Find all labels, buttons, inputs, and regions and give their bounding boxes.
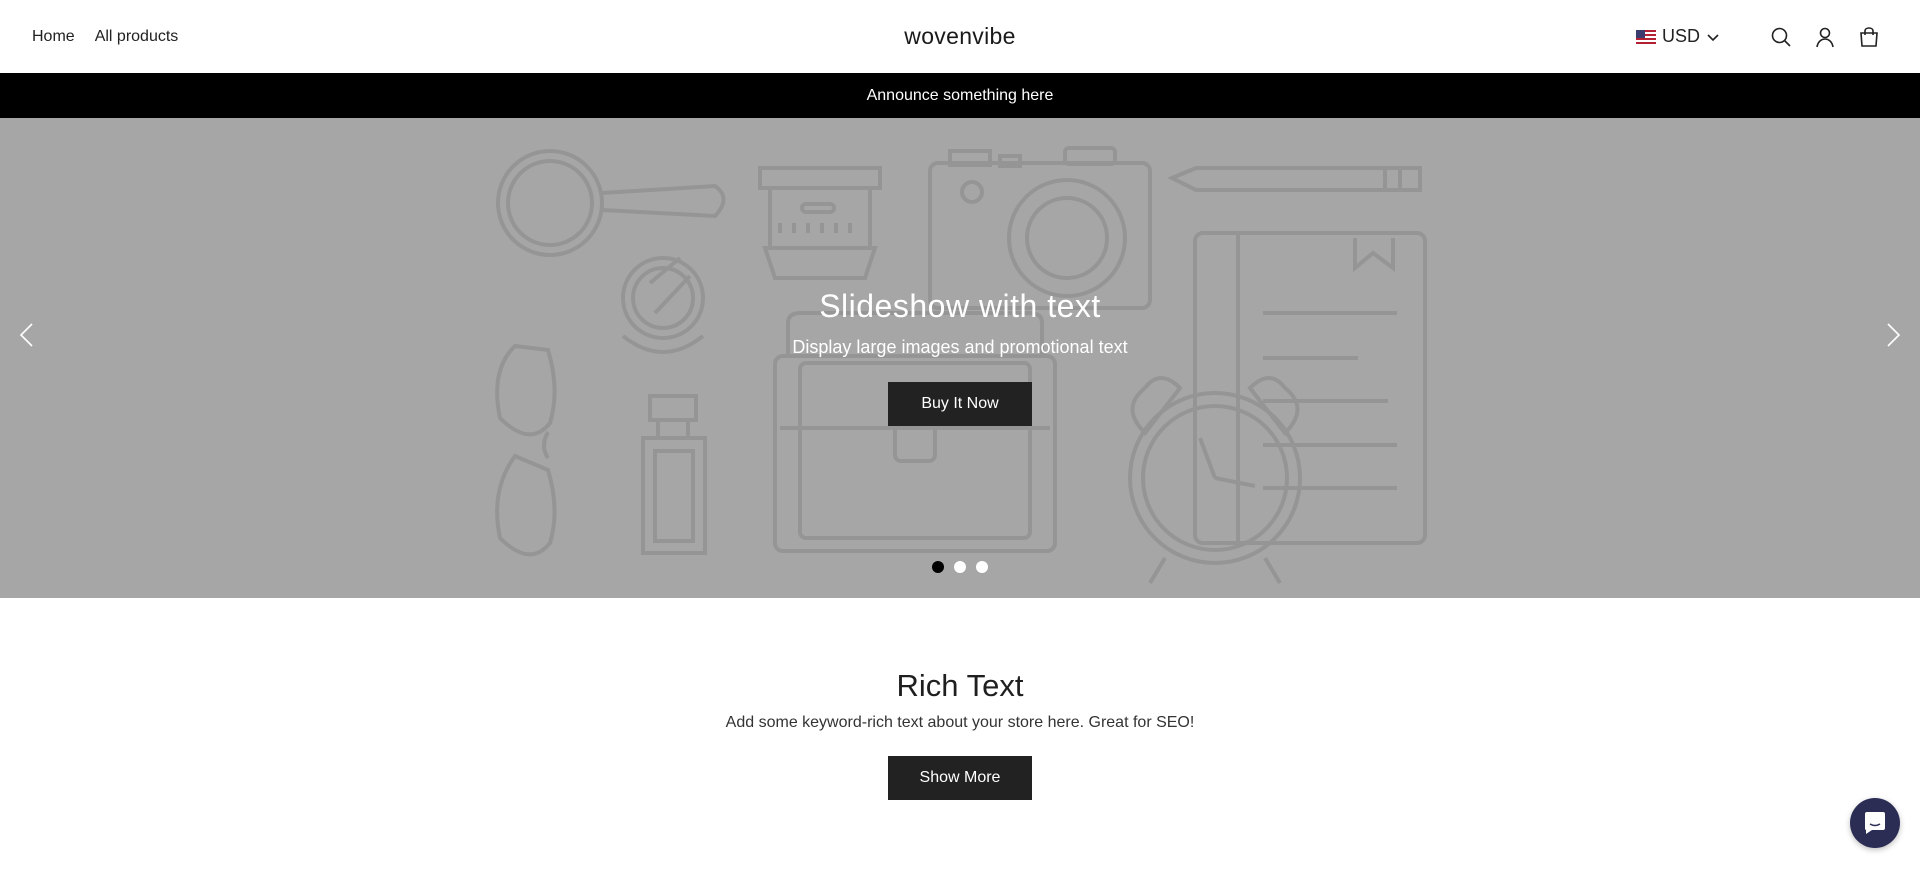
slide-content: Slideshow with text Display large images… bbox=[0, 288, 1920, 426]
rich-text-section: Rich Text Add some keyword-rich text abo… bbox=[0, 598, 1920, 800]
currency-selector[interactable]: USD bbox=[1635, 26, 1720, 47]
chat-widget-button[interactable] bbox=[1850, 798, 1900, 848]
slide-subtitle: Display large images and promotional tex… bbox=[792, 337, 1128, 357]
store-logo[interactable]: wovenvibe bbox=[904, 23, 1015, 49]
rich-text-body: Add some keyword-rich text about your st… bbox=[725, 714, 1195, 731]
currency-label: USD bbox=[1661, 26, 1700, 46]
account-icon[interactable] bbox=[1814, 26, 1836, 48]
chevron-down-icon bbox=[1707, 33, 1719, 41]
chat-icon bbox=[1865, 812, 1885, 834]
slideshow: Slideshow with text Display large images… bbox=[0, 118, 1920, 598]
header-actions: USD bbox=[1635, 0, 1880, 73]
search-icon[interactable] bbox=[1770, 26, 1792, 48]
cart-icon[interactable] bbox=[1858, 26, 1880, 48]
slide-dot-1[interactable] bbox=[932, 561, 944, 573]
slide-dot-2[interactable] bbox=[954, 561, 966, 573]
site-header: Home All products wovenvibe USD bbox=[0, 0, 1920, 73]
buy-it-now-button[interactable]: Buy It Now bbox=[888, 382, 1032, 426]
logo-container: wovenvibe bbox=[0, 0, 1920, 73]
main-nav: Home All products bbox=[32, 0, 178, 73]
announcement-bar: Announce something here bbox=[0, 73, 1920, 118]
rich-text-title: Rich Text bbox=[896, 668, 1024, 703]
us-flag-icon bbox=[1635, 29, 1656, 44]
nav-link-all-products[interactable]: All products bbox=[95, 28, 179, 46]
announcement-text: Announce something here bbox=[866, 86, 1054, 104]
slide-dot-3[interactable] bbox=[976, 561, 988, 573]
slideshow-dots bbox=[0, 561, 1920, 573]
slide-title: Slideshow with text bbox=[819, 288, 1101, 324]
nav-link-home[interactable]: Home bbox=[32, 28, 75, 46]
show-more-button[interactable]: Show More bbox=[888, 756, 1032, 800]
